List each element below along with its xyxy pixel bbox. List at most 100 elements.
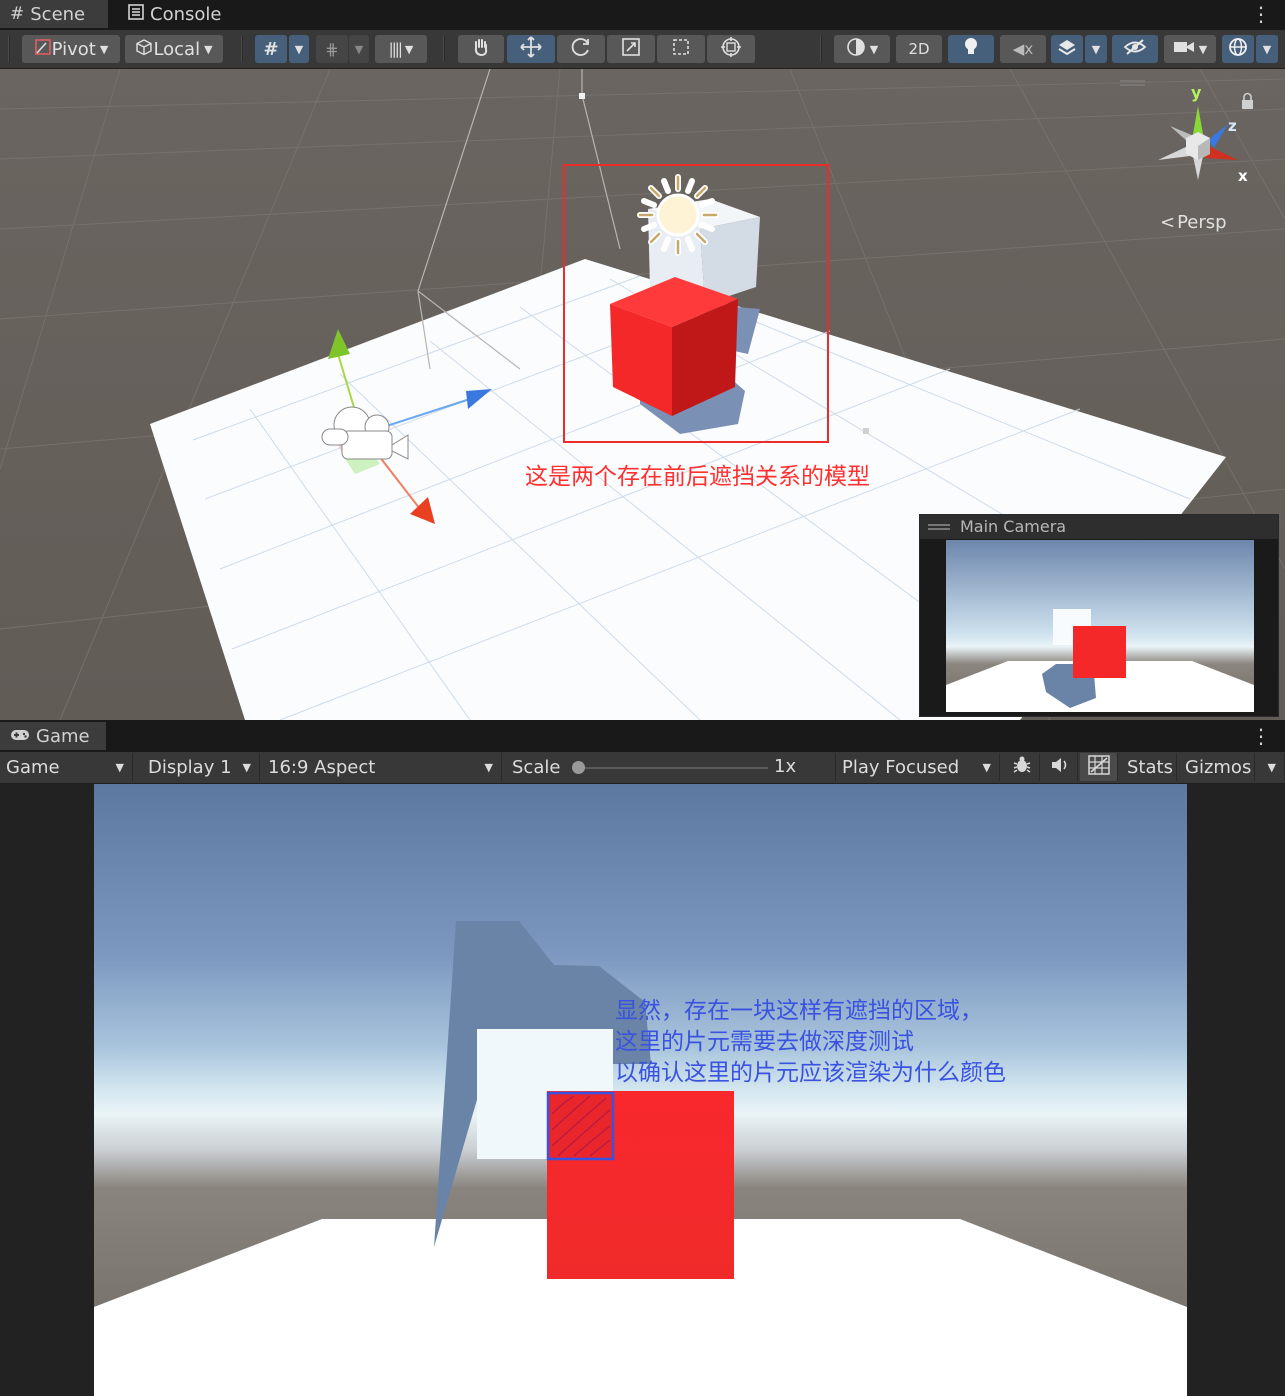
grid-snap-button[interactable]: # bbox=[255, 35, 287, 63]
drag-handle-icon[interactable] bbox=[928, 524, 950, 526]
chevron-down-icon: ▼ bbox=[294, 42, 304, 56]
pivot-dropdown[interactable]: Pivot ▼ bbox=[22, 35, 120, 63]
grid-hash-icon: # bbox=[10, 4, 25, 24]
overlap-highlight bbox=[546, 1091, 615, 1161]
chevron-down-icon: ▼ bbox=[404, 42, 414, 56]
shading-sphere-icon bbox=[846, 37, 866, 62]
game-annotation-line-3: 以确认这里的片元应该渲染为什么颜色 bbox=[615, 1060, 1006, 1086]
chevron-down-icon: ▼ bbox=[1198, 42, 1208, 56]
mode-2d-button[interactable]: 2D bbox=[896, 35, 942, 63]
rotate-tool-button[interactable] bbox=[557, 35, 605, 63]
drag-handle-icon-line bbox=[928, 528, 950, 530]
grid-snap-icon: # bbox=[263, 38, 279, 60]
scale-tool-button[interactable] bbox=[607, 35, 655, 63]
stats-button[interactable]: Stats bbox=[1121, 753, 1177, 781]
tab-scene[interactable]: # Scene bbox=[0, 0, 108, 28]
shading-mode-dropdown[interactable]: ▼ bbox=[834, 35, 890, 63]
gizmos-button[interactable]: Gizmos bbox=[1179, 753, 1255, 781]
scale-slider-track[interactable] bbox=[574, 767, 768, 769]
scene-toolbar: Pivot ▼ Local ▼ # ▼ ⋕ ▼ |||| ▼ ▼ 2D ◀x ▼… bbox=[0, 30, 1285, 69]
rect-tool-button[interactable] bbox=[657, 35, 705, 63]
scale-slider-thumb[interactable] bbox=[572, 761, 585, 774]
chevron-down-icon: ▼ bbox=[484, 760, 493, 774]
debug-toggle[interactable] bbox=[1004, 753, 1040, 781]
local-label: Local bbox=[153, 38, 201, 60]
scale-control: Scale 1x bbox=[506, 753, 836, 781]
scene-viewport[interactable]: y z x < Persp 这是两个存在前后遮挡关系的模型 Main Camer… bbox=[0, 69, 1285, 720]
aspect-select-label: 16:9 Aspect bbox=[268, 756, 376, 778]
gizmos-toggle[interactable] bbox=[1222, 35, 1254, 63]
tab-game-label: Game bbox=[36, 725, 90, 747]
aspect-select[interactable]: 16:9 Aspect ▼ bbox=[262, 753, 502, 781]
toolbar-separator bbox=[8, 36, 10, 62]
chevron-down-icon: ▼ bbox=[1267, 760, 1276, 774]
camera-preview[interactable]: Main Camera bbox=[919, 514, 1279, 717]
grid-snap-dropdown[interactable]: ▼ bbox=[289, 35, 309, 63]
chevron-down-icon: ▼ bbox=[1262, 42, 1272, 56]
hidden-objects-toggle[interactable] bbox=[1112, 35, 1158, 63]
game-view-select-label: Game bbox=[6, 756, 60, 778]
camera-preview-header[interactable]: Main Camera bbox=[920, 515, 1278, 539]
mute-audio-toggle[interactable] bbox=[1042, 753, 1078, 781]
gizmos-menu-dropdown[interactable]: ▼ bbox=[1256, 753, 1285, 781]
camera-icon bbox=[1173, 39, 1195, 60]
move-tool-button[interactable] bbox=[507, 35, 555, 63]
audio-toggle[interactable]: ◀x bbox=[1000, 35, 1046, 63]
game-view-select[interactable]: Game ▼ bbox=[0, 753, 133, 781]
game-tab-bar: Game ⋮ bbox=[0, 722, 1285, 752]
lighting-toggle[interactable] bbox=[948, 35, 994, 63]
scene-tab-bar: # Scene Console ⋮ bbox=[0, 0, 1285, 30]
gizmos-label: Gizmos bbox=[1185, 756, 1252, 778]
ruler-icon: |||| bbox=[388, 40, 403, 58]
game-annotation-line-2: 这里的片元需要去做深度测试 bbox=[615, 1029, 914, 1055]
bug-icon bbox=[1012, 755, 1032, 780]
hidden-eye-icon bbox=[1123, 38, 1147, 61]
camera-settings-dropdown[interactable]: ▼ bbox=[1164, 35, 1216, 63]
play-mode-select[interactable]: Play Focused ▼ bbox=[836, 753, 1000, 781]
camera-preview-title: Main Camera bbox=[960, 517, 1067, 536]
scale-tool-icon bbox=[621, 37, 641, 62]
tab-console-label: Console bbox=[150, 3, 222, 25]
tab-scene-label: Scene bbox=[30, 3, 86, 25]
transform-tool-button[interactable] bbox=[707, 35, 755, 63]
game-render[interactable] bbox=[94, 784, 1187, 1396]
local-dropdown[interactable]: Local ▼ bbox=[125, 35, 223, 63]
gizmo-z-label[interactable]: z bbox=[1228, 117, 1237, 135]
local-cube-icon bbox=[135, 38, 153, 61]
scene-annotation: 这是两个存在前后遮挡关系的模型 bbox=[525, 464, 870, 490]
chevron-down-icon: ▼ bbox=[242, 760, 251, 774]
increment-snap-dropdown[interactable]: ▼ bbox=[349, 35, 369, 63]
scale-label: Scale bbox=[512, 756, 561, 778]
grid-icon bbox=[1088, 754, 1110, 780]
display-select[interactable]: Display 1 ▼ bbox=[142, 753, 260, 781]
tab-game[interactable]: Game bbox=[0, 722, 106, 750]
effects-layers-icon bbox=[1057, 37, 1077, 62]
effects-toggle[interactable] bbox=[1051, 35, 1083, 63]
effects-dropdown[interactable]: ▼ bbox=[1085, 35, 1107, 63]
gizmos-dropdown[interactable]: ▼ bbox=[1256, 35, 1278, 63]
stats-grid-toggle[interactable] bbox=[1080, 753, 1118, 781]
sun-light-icon bbox=[637, 174, 719, 256]
toolbar-separator bbox=[820, 36, 822, 62]
snap-magnet-icon: ⋕ bbox=[325, 39, 339, 59]
game-menu-button[interactable]: ⋮ bbox=[1251, 726, 1271, 746]
hand-tool-button[interactable] bbox=[458, 35, 504, 63]
lightbulb-icon bbox=[963, 37, 979, 62]
persp-toggle[interactable]: < Persp bbox=[1160, 212, 1227, 233]
play-mode-label: Play Focused bbox=[842, 756, 960, 778]
gizmo-y-label[interactable]: y bbox=[1191, 83, 1201, 102]
toolbar-separator bbox=[241, 36, 243, 62]
snap-settings-dropdown[interactable]: |||| ▼ bbox=[375, 35, 427, 63]
chevron-down-icon: ▼ bbox=[982, 760, 991, 774]
tab-console[interactable]: Console bbox=[118, 0, 238, 28]
move-tool-icon bbox=[520, 35, 542, 63]
scene-menu-button[interactable]: ⋮ bbox=[1251, 4, 1271, 24]
chevron-down-icon: ▼ bbox=[869, 42, 879, 56]
chevron-down-icon: ▼ bbox=[115, 760, 124, 774]
console-icon bbox=[128, 3, 144, 25]
increment-snap-button[interactable]: ⋕ bbox=[316, 35, 348, 63]
chevron-down-icon: ▼ bbox=[1091, 42, 1101, 56]
persp-label: Persp bbox=[1177, 212, 1227, 233]
gizmo-x-label[interactable]: x bbox=[1238, 167, 1248, 185]
gizmo-globe-icon bbox=[1227, 36, 1249, 63]
